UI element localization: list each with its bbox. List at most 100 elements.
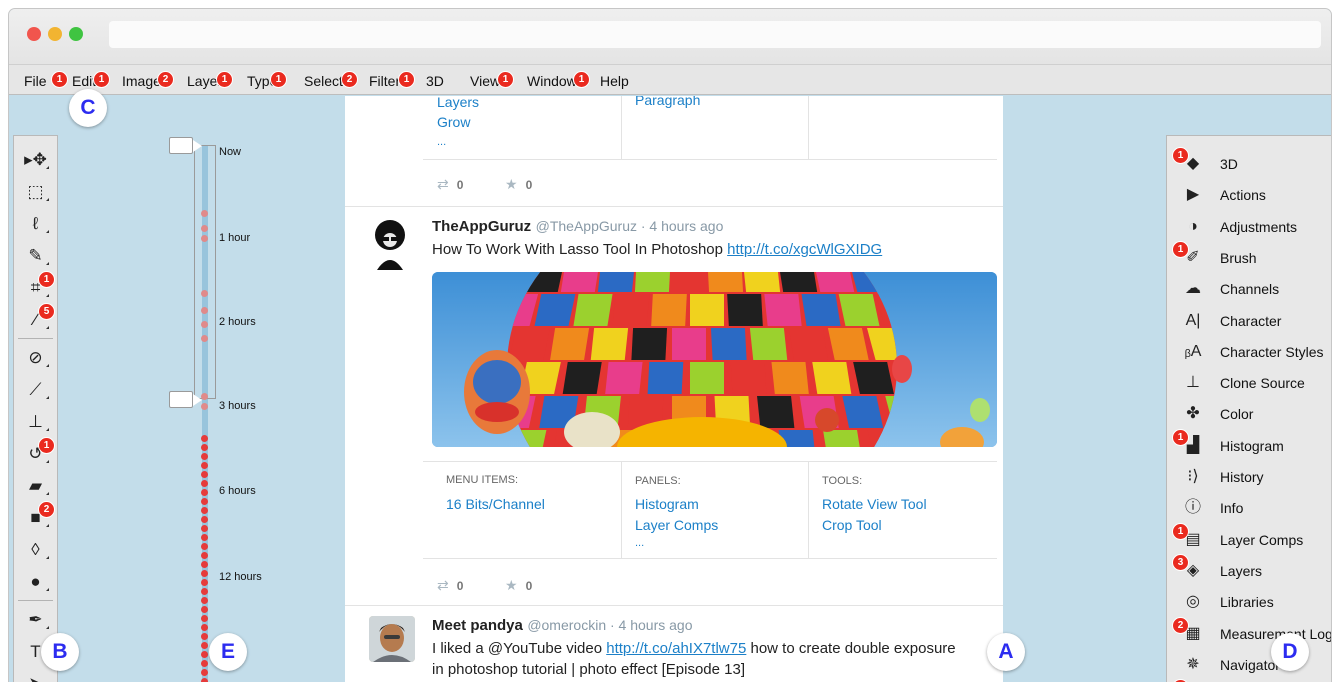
timeline-tweet-marker[interactable] (201, 543, 208, 550)
timeline-tweet-marker[interactable] (201, 669, 208, 676)
panel-link[interactable]: Histogram (635, 494, 718, 515)
menu-item-link[interactable]: 16 Bits/Channel (446, 496, 545, 512)
close-window-button[interactable] (27, 27, 41, 41)
top-card-link[interactable]: ... (437, 132, 479, 152)
timeline-start-handle[interactable] (169, 137, 202, 154)
avatar[interactable] (369, 616, 415, 662)
panel-item-histogram[interactable]: ▟ Histogram 1 (1167, 429, 1331, 461)
panel-item-character[interactable]: A| Character (1167, 305, 1331, 336)
marquee-tool[interactable]: ⬚ (14, 176, 57, 207)
timeline-tweet-marker[interactable] (201, 570, 208, 577)
timeline-tweet-marker[interactable] (201, 624, 208, 631)
tweet-author-name[interactable]: Meet pandya (432, 617, 523, 634)
menu-image[interactable]: Image 2 (122, 72, 173, 89)
lasso-tool[interactable]: ℓ (14, 208, 57, 239)
timeline-tweet-marker[interactable] (201, 393, 208, 400)
top-card-link[interactable]: Grow (437, 112, 479, 132)
timeline-tweet-marker[interactable] (201, 660, 208, 667)
timeline-tweet-marker[interactable] (201, 471, 208, 478)
timeline-tweet-marker[interactable] (201, 335, 208, 342)
panel-item-character-styles[interactable]: ᵦA Character Styles (1167, 336, 1331, 367)
menu-window[interactable]: Window 1 (527, 72, 589, 89)
timeline-tweet-marker[interactable] (201, 615, 208, 622)
timeline-tweet-marker[interactable] (201, 498, 208, 505)
menu-edit[interactable]: Edit 1 (72, 72, 109, 89)
panel-item-3d[interactable]: ◆ 3D 1 (1167, 148, 1331, 179)
timeline-tweet-marker[interactable] (201, 444, 208, 451)
dodge-tool[interactable]: ● (14, 566, 57, 597)
top-card-link[interactable]: Paragraph (635, 96, 700, 108)
panel-item-layer-comps[interactable]: ▤ Layer Comps 1 (1167, 523, 1331, 555)
panel-item-brush[interactable]: ✐ Brush 1 (1167, 241, 1331, 273)
move-tool[interactable]: ▸✥ (14, 144, 57, 175)
tweet-handle-time[interactable]: @omerockin · 4 hours ago (527, 617, 692, 633)
eraser-tool[interactable]: ▰ (14, 470, 57, 501)
retweet-count[interactable]: ⇄ 0 (437, 176, 463, 193)
tweet-link[interactable]: http://t.co/ahIX7tlw75 (606, 640, 746, 657)
panel-item-color[interactable]: ✤ Color (1167, 398, 1331, 429)
stamp-tool[interactable]: ⊥ (14, 406, 57, 437)
panel-link[interactable]: ... (635, 536, 718, 550)
timeline-range-window[interactable] (194, 145, 216, 399)
timeline-tweet-marker[interactable] (201, 561, 208, 568)
menu-view[interactable]: View 1 (470, 72, 513, 89)
zoom-window-button[interactable] (69, 27, 83, 41)
menu-filter[interactable]: Filter 1 (369, 72, 414, 89)
timeline-tweet-marker[interactable] (201, 489, 208, 496)
healing-brush-tool[interactable]: ⊘ (14, 342, 57, 373)
timeline-tweet-marker[interactable] (201, 403, 208, 410)
timeline-tweet-marker[interactable] (201, 480, 208, 487)
brush-tool[interactable]: ⟋ (14, 374, 57, 405)
timeline-tweet-marker[interactable] (201, 507, 208, 514)
top-card-link[interactable]: Layers (437, 96, 479, 112)
tool-link[interactable]: Crop Tool (822, 515, 927, 536)
panel-link[interactable]: Layer Comps (635, 515, 718, 536)
retweet-count[interactable]: ⇄ 0 (437, 577, 463, 594)
eyedropper-tool[interactable]: ⁄ 5 (14, 304, 57, 335)
gradient-tool[interactable]: ■ 2 (14, 502, 57, 533)
timeline-tweet-marker[interactable] (201, 321, 208, 328)
timeline-tweet-marker[interactable] (201, 235, 208, 242)
timeline-tweet-marker[interactable] (201, 453, 208, 460)
tool-link[interactable]: Rotate View Tool (822, 494, 927, 515)
timeline-tweet-marker[interactable] (201, 588, 208, 595)
timeline-tweet-marker[interactable] (201, 606, 208, 613)
quick-select-tool[interactable]: ✎ (14, 240, 57, 271)
panel-item-info[interactable]: ⓘ Info (1167, 492, 1331, 523)
panel-item-actions[interactable]: ▶ Actions (1167, 179, 1331, 210)
tweet-handle-time[interactable]: @TheAppGuruz · 4 hours ago (536, 218, 724, 234)
history-brush-tool[interactable]: ↺ 1 (14, 438, 57, 469)
panel-item-layers[interactable]: ◈ Layers 3 (1167, 554, 1331, 586)
menu-file[interactable]: File 1 (24, 72, 67, 89)
timeline-tweet-marker[interactable] (201, 225, 208, 232)
panel-item-history[interactable]: ⁝⟩ History (1167, 461, 1331, 492)
favorite-count[interactable]: ★ 0 (505, 577, 532, 594)
timeline-tweet-marker[interactable] (201, 525, 208, 532)
panel-item-adjustments[interactable]: ◑ Adjustments (1167, 211, 1331, 242)
minimize-window-button[interactable] (48, 27, 62, 41)
menu-help[interactable]: Help (600, 73, 629, 89)
avatar[interactable] (369, 218, 411, 274)
menu-layer[interactable]: Layer 1 (187, 72, 232, 89)
panel-item-channels[interactable]: ☁ Channels (1167, 273, 1331, 304)
timeline-end-handle[interactable] (169, 391, 202, 408)
timeline-tweet-marker[interactable] (201, 516, 208, 523)
timeline-tweet-marker[interactable] (201, 552, 208, 559)
crop-tool[interactable]: ⌗ 1 (14, 272, 57, 303)
path-select-tool[interactable]: ➤ (14, 668, 57, 682)
timeline-tweet-marker[interactable] (201, 678, 208, 682)
timeline-tweet-marker[interactable] (201, 579, 208, 586)
timeline-tweet-marker[interactable] (201, 642, 208, 649)
menu-type[interactable]: Type 1 (247, 72, 286, 89)
timeline-tweet-marker[interactable] (201, 534, 208, 541)
address-bar[interactable] (109, 21, 1321, 48)
panel-item-libraries[interactable]: ◎ Libraries (1167, 586, 1331, 617)
tweet-photo-hot-air-balloon[interactable] (432, 272, 997, 447)
timeline-tweet-marker[interactable] (201, 633, 208, 640)
pen-tool[interactable]: ✒ (14, 604, 57, 635)
tweet-link[interactable]: http://t.co/xgcWlGXIDG (727, 241, 882, 258)
timeline-tweet-marker[interactable] (201, 597, 208, 604)
timeline-tweet-marker[interactable] (201, 435, 208, 442)
menu-select[interactable]: Select 2 (304, 72, 357, 89)
timeline-tweet-marker[interactable] (201, 462, 208, 469)
